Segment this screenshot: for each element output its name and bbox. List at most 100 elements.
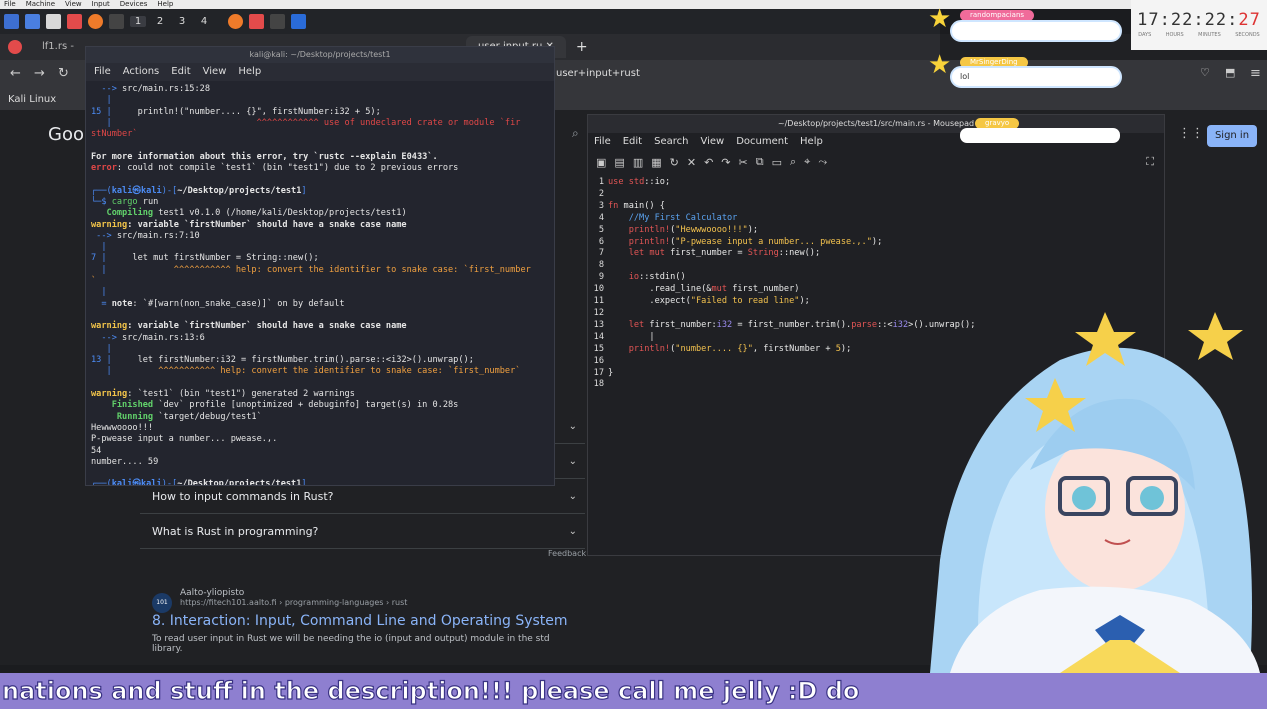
workspace-3[interactable]: 3 [174,16,190,27]
term-menu-file[interactable]: File [94,63,111,81]
clock-frames: 27 [1238,10,1261,30]
copy-icon[interactable]: ⧉ [756,155,764,169]
line-number: 17 [593,367,604,378]
chevron-down-icon: ⌄ [568,456,577,467]
terminal-output[interactable]: --> src/main.rs:15:28 | 15 | println!("n… [86,81,554,485]
bookmark-kali-linux[interactable]: Kali Linux [8,94,56,105]
vm-menubar: File Machine View Input Devices Help [0,0,1267,9]
chat-message: lol [950,66,1122,88]
stream-ticker: nations and stuff in the description!!! … [0,673,1267,709]
kali-menu-icon[interactable] [4,14,19,29]
reload-file-icon[interactable]: ↻ [670,156,679,169]
chat-message [950,20,1122,42]
countdown-clock: 17:22:22:27 DAYS HOURS MINUTES SECONDS [1131,0,1267,50]
result-url[interactable]: https://fitech101.aalto.fi › programming… [180,598,582,607]
fullscreen-icon[interactable]: ⛶ [1146,155,1154,169]
tab-lf1[interactable]: lf1.rs - [30,36,86,58]
extensions-icon[interactable]: ⬒ [1225,66,1235,79]
find-replace-icon[interactable]: ⌖ [804,155,810,169]
vm-menu-file[interactable]: File [4,0,16,9]
workspace-1[interactable]: 1 [130,16,146,27]
faq-question: How to input commands in Rust? [152,490,334,503]
pocket-icon[interactable]: ♡ [1200,66,1210,79]
clock-label-days: DAYS [1138,32,1152,38]
chat-message [960,128,1120,143]
save-icon[interactable]: ▦ [651,156,661,169]
term-menu-edit[interactable]: Edit [171,63,190,81]
back-icon[interactable]: ← [10,66,21,81]
line-number: 16 [593,355,604,366]
url-input[interactable]: user+input+rust [556,68,640,79]
vm-menu-view[interactable]: View [65,0,82,9]
mousepad-toolbar: ▣ ▤ ▥ ▦ ↻ ✕ ↶ ↷ ✂ ⧉ ▭ ⌕ ⌖ ⤳ ⛶ [588,151,1164,173]
menu-icon[interactable]: ≡ [1250,66,1261,81]
forward-icon[interactable]: → [34,66,45,81]
line-number: 3 [598,200,604,211]
mp-menu-edit[interactable]: Edit [623,133,642,151]
clock-label-hours: HOURS [1165,32,1184,38]
term-menu-help[interactable]: Help [238,63,261,81]
vm-window-icon[interactable] [291,14,306,29]
firefox-window-icon[interactable] [228,14,243,29]
line-number: 18 [593,379,604,390]
terminal-window-icon[interactable] [270,14,285,29]
vm-menu-machine[interactable]: Machine [26,0,55,9]
find-icon[interactable]: ⌕ [790,155,796,169]
workspace-4[interactable]: 4 [196,16,212,27]
workspace-2[interactable]: 2 [152,16,168,27]
vm-menu-help[interactable]: Help [157,0,173,9]
apps-grid-icon[interactable]: ⋮⋮ [1178,126,1204,141]
line-number: 7 [598,248,604,259]
result-snippet: To read user input in Rust we will be ne… [152,634,550,654]
chat-text: lol [960,72,970,81]
new-file-icon[interactable]: ▣ [596,156,606,169]
chevron-down-icon: ⌄ [568,421,577,432]
feedback-link[interactable]: Feedback [548,549,586,558]
goto-icon[interactable]: ⤳ [818,155,827,169]
chevron-down-icon: ⌄ [568,491,577,502]
result-title-link[interactable]: 8. Interaction: Input, Command Line and … [152,613,582,629]
text-editor-icon[interactable] [67,14,82,29]
mp-menu-file[interactable]: File [594,133,611,151]
reload-icon[interactable]: ↻ [58,66,69,81]
mp-menu-document[interactable]: Document [736,133,788,151]
undo-icon[interactable]: ↶ [704,156,713,169]
ticker-text: nations and stuff in the description!!! … [1,676,860,705]
terminal-menubar: File Actions Edit View Help [86,63,554,81]
redo-icon[interactable]: ↷ [721,156,730,169]
search-result: Aalto-yliopisto https://fitech101.aalto.… [152,588,582,654]
firefox-icon[interactable] [88,14,103,29]
files-icon[interactable] [46,14,61,29]
term-menu-view[interactable]: View [203,63,227,81]
desktop-icon[interactable] [25,14,40,29]
paste-icon[interactable]: ▭ [772,156,782,169]
clock-seconds: 22 [1204,10,1228,30]
new-window-icon[interactable]: ▤ [614,156,624,169]
vm-menu-devices[interactable]: Devices [120,0,148,9]
mp-menu-view[interactable]: View [700,133,724,151]
browser-logo-icon [8,40,22,54]
faq-item-rust-programming[interactable]: What is Rust in programming? ⌄ [140,515,585,549]
open-icon[interactable]: ▥ [633,156,643,169]
cut-icon[interactable]: ✂ [739,156,748,169]
line-number: 10 [593,284,604,295]
mp-menu-help[interactable]: Help [800,133,823,151]
term-menu-actions[interactable]: Actions [123,63,160,81]
clock-minutes: 22 [1170,10,1194,30]
vm-menu-input[interactable]: Input [92,0,110,9]
close-file-icon[interactable]: ✕ [687,156,696,169]
mousepad-window-icon[interactable] [249,14,264,29]
sign-in-button[interactable]: Sign in [1207,125,1257,147]
new-tab-icon[interactable]: + [576,39,588,55]
star-icon: ★ [928,50,952,80]
line-number: 1 [598,177,604,187]
line-number: 8 [598,260,604,271]
clock-label-minutes: MINUTES [1198,32,1221,38]
search-icon[interactable]: ⌕ [572,126,579,141]
terminal-window[interactable]: kali@kali: ~/Desktop/projects/test1 File… [85,46,555,486]
terminal-icon[interactable] [109,14,124,29]
line-number: 9 [598,272,604,283]
line-number: 11 [593,296,604,307]
mp-menu-search[interactable]: Search [654,133,688,151]
star-icon: ★ [928,4,952,34]
